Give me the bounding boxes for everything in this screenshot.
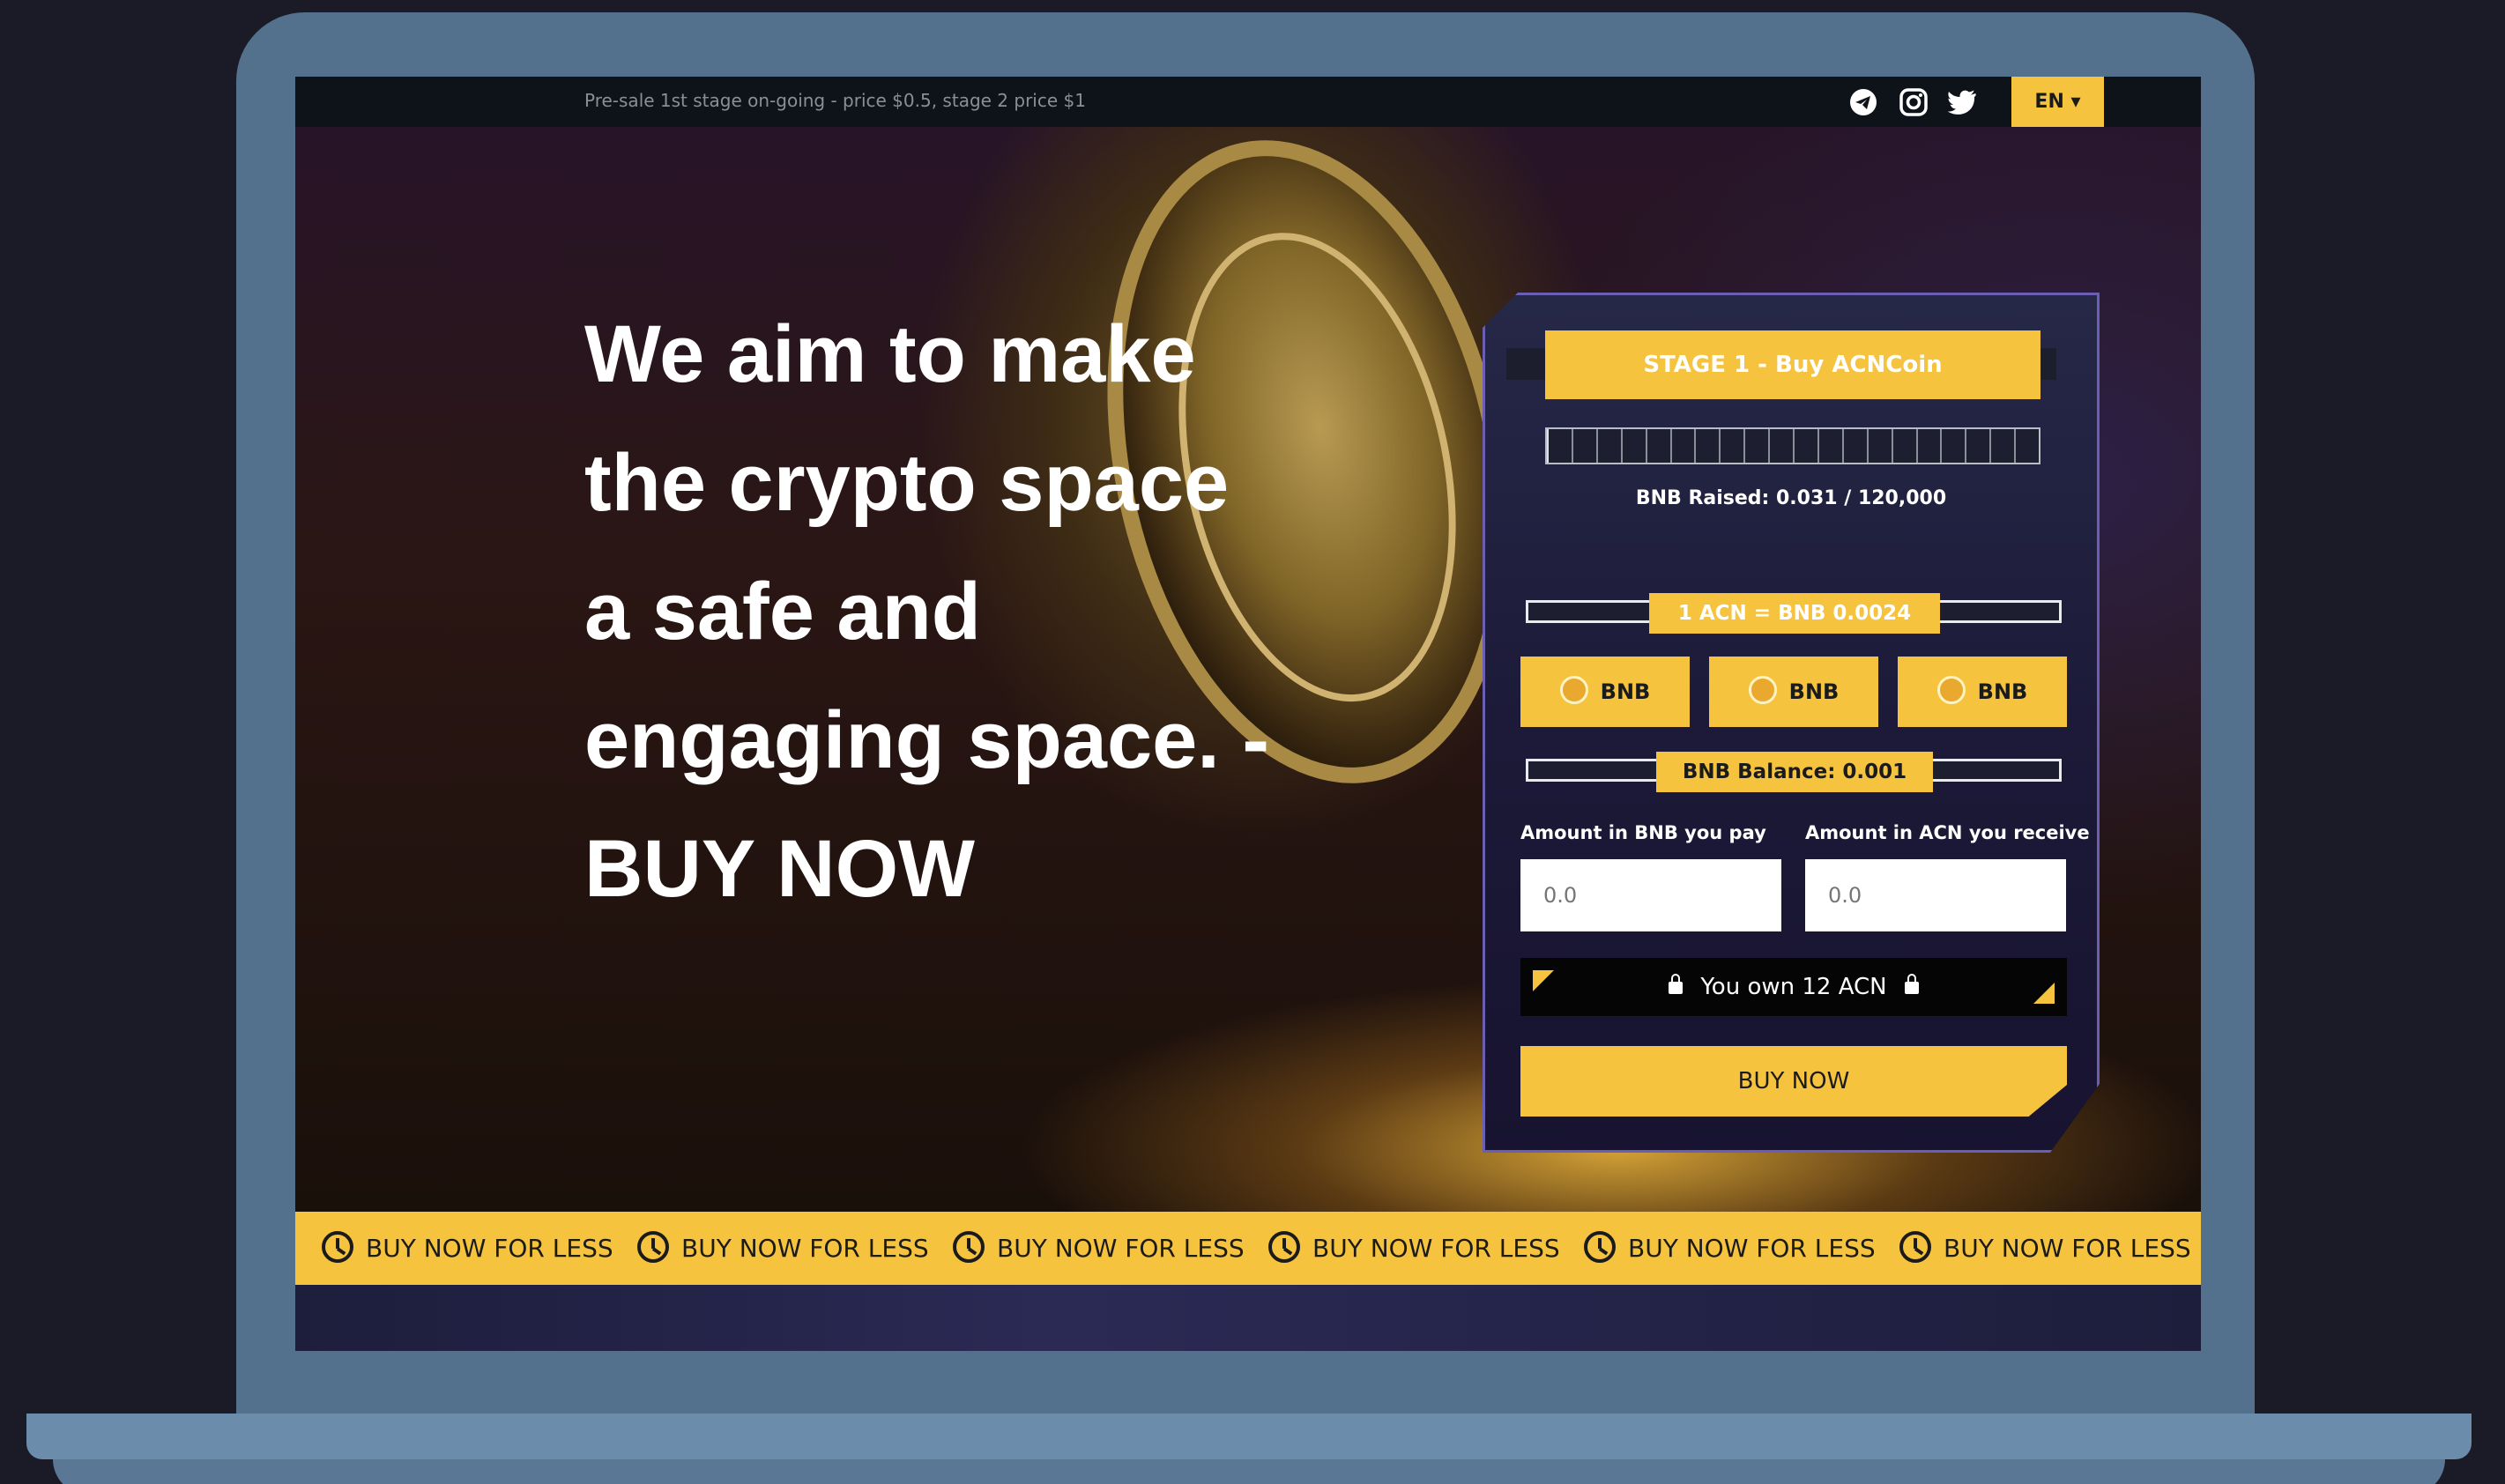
ticker-item[interactable]: BUY NOW FOR LESS bbox=[1584, 1212, 1876, 1285]
exchange-rate: 1 ACN = BNB 0.0024 bbox=[1649, 593, 1940, 634]
progress-segment bbox=[1940, 429, 1943, 463]
twitter-icon[interactable] bbox=[1946, 86, 1978, 118]
progress-segment bbox=[1595, 429, 1598, 463]
bottom-background-strip bbox=[295, 1285, 2201, 1351]
ticker-label: BUY NOW FOR LESS bbox=[366, 1234, 613, 1263]
headline-buy-now: BUY NOW bbox=[584, 824, 975, 914]
bnb-icon bbox=[1559, 676, 1588, 704]
ticker-label: BUY NOW FOR LESS bbox=[1944, 1234, 2191, 1263]
hero-headline: We aim to make the crypto space a safe a… bbox=[584, 290, 1378, 933]
currency-button-bnb-3[interactable]: BNB bbox=[1898, 657, 2067, 727]
headline-line: the crypto space bbox=[584, 438, 1230, 528]
instagram-icon[interactable] bbox=[1898, 86, 1929, 118]
top-bar: Pre-sale 1st stage on-going - price $0.5… bbox=[295, 77, 2201, 127]
bnb-icon bbox=[1936, 676, 1966, 704]
progress-segment bbox=[1743, 429, 1746, 463]
clock-icon bbox=[637, 1231, 669, 1263]
corner-decoration bbox=[2033, 983, 2055, 1004]
progress-segment bbox=[1694, 429, 1697, 463]
progress-segment bbox=[1768, 429, 1771, 463]
stage-title: STAGE 1 - Buy ACNCoin bbox=[1545, 330, 2040, 399]
telegram-icon[interactable] bbox=[1847, 86, 1879, 118]
progress-segment bbox=[1866, 429, 1869, 463]
progress-segment bbox=[1571, 429, 1573, 463]
ticker-item[interactable]: BUY NOW FOR LESS bbox=[322, 1212, 613, 1285]
laptop-screen: Pre-sale 1st stage on-going - price $0.5… bbox=[295, 77, 2201, 1351]
currency-button-bnb-1[interactable]: BNB bbox=[1520, 657, 1690, 727]
headline-line: We aim to make bbox=[584, 309, 1196, 399]
progress-segment bbox=[1817, 429, 1819, 463]
clock-icon bbox=[1899, 1231, 1931, 1263]
presale-progress-bar bbox=[1545, 427, 2040, 464]
progress-segment bbox=[1793, 429, 1795, 463]
currency-label: BNB bbox=[1788, 679, 1840, 704]
clock-icon bbox=[1584, 1231, 1616, 1263]
owned-text: You own 12 ACN bbox=[1700, 974, 1887, 1000]
laptop-base-bottom bbox=[53, 1459, 2445, 1484]
laptop-base bbox=[26, 1414, 2472, 1459]
corner-decoration bbox=[1533, 970, 1554, 991]
headline-line: a safe and bbox=[584, 567, 981, 657]
lock-icon bbox=[1669, 974, 1684, 994]
ticker-label: BUY NOW FOR LESS bbox=[997, 1234, 1245, 1263]
progress-segment bbox=[1965, 429, 1967, 463]
buy-now-button[interactable]: BUY NOW bbox=[1520, 1046, 2067, 1117]
bnb-icon bbox=[1748, 676, 1777, 704]
presale-announcement: Pre-sale 1st stage on-going - price $0.5… bbox=[584, 90, 1086, 111]
ticker-item[interactable]: BUY NOW FOR LESS bbox=[1899, 1212, 2191, 1285]
ticker-item[interactable]: BUY NOW FOR LESS bbox=[953, 1212, 1245, 1285]
stage-decoration bbox=[1506, 348, 1545, 380]
progress-fill bbox=[1547, 429, 1550, 463]
acn-receive-input[interactable] bbox=[1805, 859, 2066, 931]
progress-segment bbox=[2014, 429, 2017, 463]
owned-balance-bar: You own 12 ACN bbox=[1520, 958, 2067, 1016]
ticker-label: BUY NOW FOR LESS bbox=[1312, 1234, 1560, 1263]
promo-ticker: BUY NOW FOR LESS BUY NOW FOR LESS BUY NO… bbox=[295, 1212, 2201, 1285]
clock-icon bbox=[953, 1231, 985, 1263]
progress-segment bbox=[1891, 429, 1893, 463]
progress-segment bbox=[1989, 429, 1992, 463]
clock-icon bbox=[1268, 1231, 1300, 1263]
language-dropdown[interactable]: EN ▾ bbox=[2011, 77, 2104, 127]
bnb-balance: BNB Balance: 0.001 bbox=[1656, 752, 1933, 792]
bnb-raised-text: BNB Raised: 0.031 / 120,000 bbox=[1635, 487, 1947, 509]
stage-decoration bbox=[2040, 348, 2056, 380]
ticker-item[interactable]: BUY NOW FOR LESS bbox=[1268, 1212, 1560, 1285]
ticker-item[interactable]: BUY NOW FOR LESS bbox=[637, 1212, 929, 1285]
headline-line: engaging space. - bbox=[584, 695, 1270, 785]
presale-panel: STAGE 1 - Buy ACNCoin BNB Raised: 0.031 … bbox=[1483, 293, 2100, 1153]
receive-amount-label: Amount in ACN you receive bbox=[1805, 822, 2090, 843]
currency-button-bnb-2[interactable]: BNB bbox=[1709, 657, 1878, 727]
progress-segment bbox=[1620, 429, 1623, 463]
ticker-label: BUY NOW FOR LESS bbox=[681, 1234, 929, 1263]
bnb-pay-input[interactable] bbox=[1520, 859, 1781, 931]
progress-segment bbox=[1645, 429, 1647, 463]
progress-segment bbox=[1669, 429, 1672, 463]
progress-segment bbox=[1841, 429, 1844, 463]
ticker-label: BUY NOW FOR LESS bbox=[1628, 1234, 1876, 1263]
lock-icon bbox=[1904, 974, 1919, 994]
clock-icon bbox=[322, 1231, 353, 1263]
currency-label: BNB bbox=[1600, 679, 1651, 704]
currency-label: BNB bbox=[1977, 679, 2028, 704]
progress-segment bbox=[1915, 429, 1918, 463]
hero-section: We aim to make the crypto space a safe a… bbox=[295, 102, 2201, 1212]
progress-segment bbox=[1719, 429, 1721, 463]
pay-amount-label: Amount in BNB you pay bbox=[1520, 822, 1766, 843]
